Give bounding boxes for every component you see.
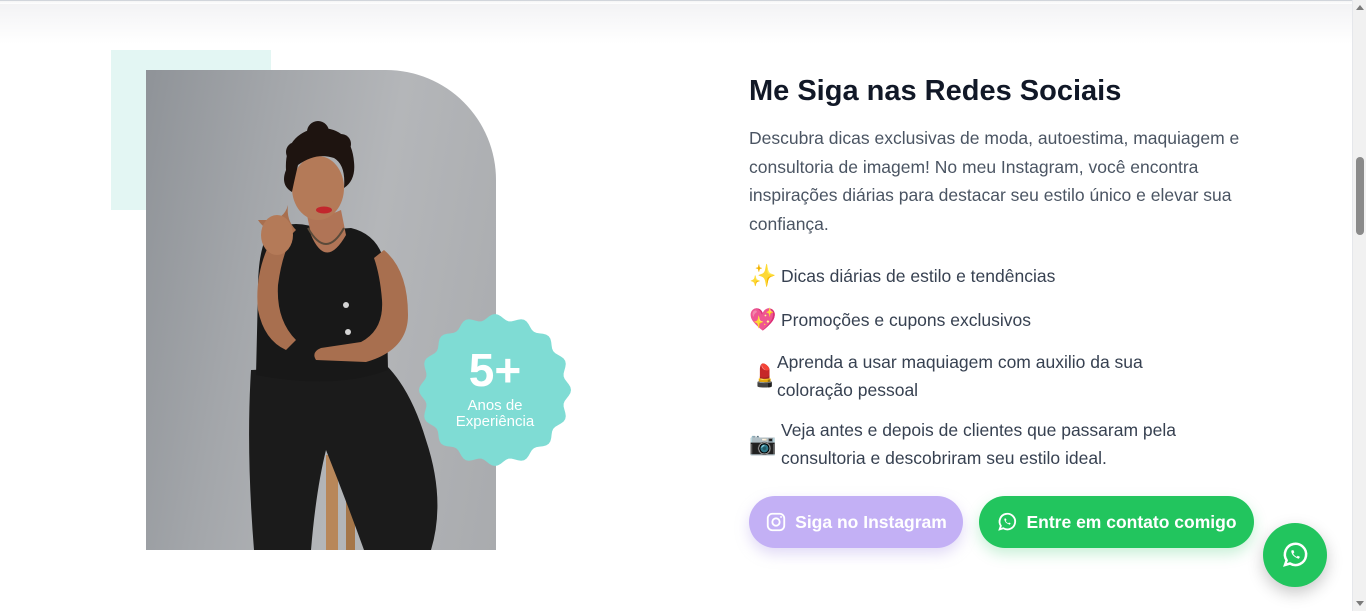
page-scrollbar[interactable] [1352, 0, 1366, 611]
feature-text: Dicas diárias de estilo e tendências [781, 266, 1056, 286]
whatsapp-icon [998, 512, 1017, 531]
feature-text: Veja antes e depois de clientes que pass… [781, 420, 1176, 468]
whatsapp-floating-button[interactable] [1263, 523, 1327, 587]
scrollbar-thumb[interactable] [1356, 157, 1364, 235]
header-shadow [0, 4, 1352, 44]
feature-item: 💖 Promoções e cupons exclusivos [749, 306, 1269, 334]
badge-label: Anos de Experiência [455, 397, 535, 430]
whatsapp-button-label: Entre em contato comigo [1026, 511, 1237, 532]
lipstick-icon: 💄 [751, 363, 779, 388]
instagram-button-label: Siga no Instagram [795, 511, 947, 532]
feature-item: 💄 Aprenda a usar maquiagem com auxilio d… [749, 348, 1269, 404]
feature-item: ✨ Dicas diárias de estilo e tendências [749, 262, 1269, 290]
scroll-down-arrow-icon[interactable] [1356, 601, 1364, 606]
experience-badge: 5+ Anos de Experiência [415, 310, 575, 470]
instagram-icon [766, 512, 786, 532]
section-description: Descubra dicas exclusivas de moda, autoe… [749, 128, 1240, 234]
instagram-button[interactable]: Siga no Instagram [749, 496, 963, 548]
scroll-up-arrow-icon[interactable] [1356, 5, 1364, 10]
feature-text: Promoções e cupons exclusivos [781, 310, 1031, 330]
camera-icon: 📷 [749, 431, 777, 456]
sparkling-heart-icon: 💖 [749, 307, 777, 332]
badge-number: 5+ [468, 344, 522, 396]
feature-item: 📷 Veja antes e depois de clientes que pa… [749, 416, 1269, 472]
sparkles-icon: ✨ [749, 263, 777, 288]
section-title: Me Siga nas Redes Sociais [749, 75, 1122, 107]
whatsapp-icon [1283, 542, 1308, 567]
feature-text: Aprenda a usar maquiagem com auxilio da … [777, 352, 1143, 400]
whatsapp-contact-button[interactable]: Entre em contato comigo [979, 496, 1254, 548]
